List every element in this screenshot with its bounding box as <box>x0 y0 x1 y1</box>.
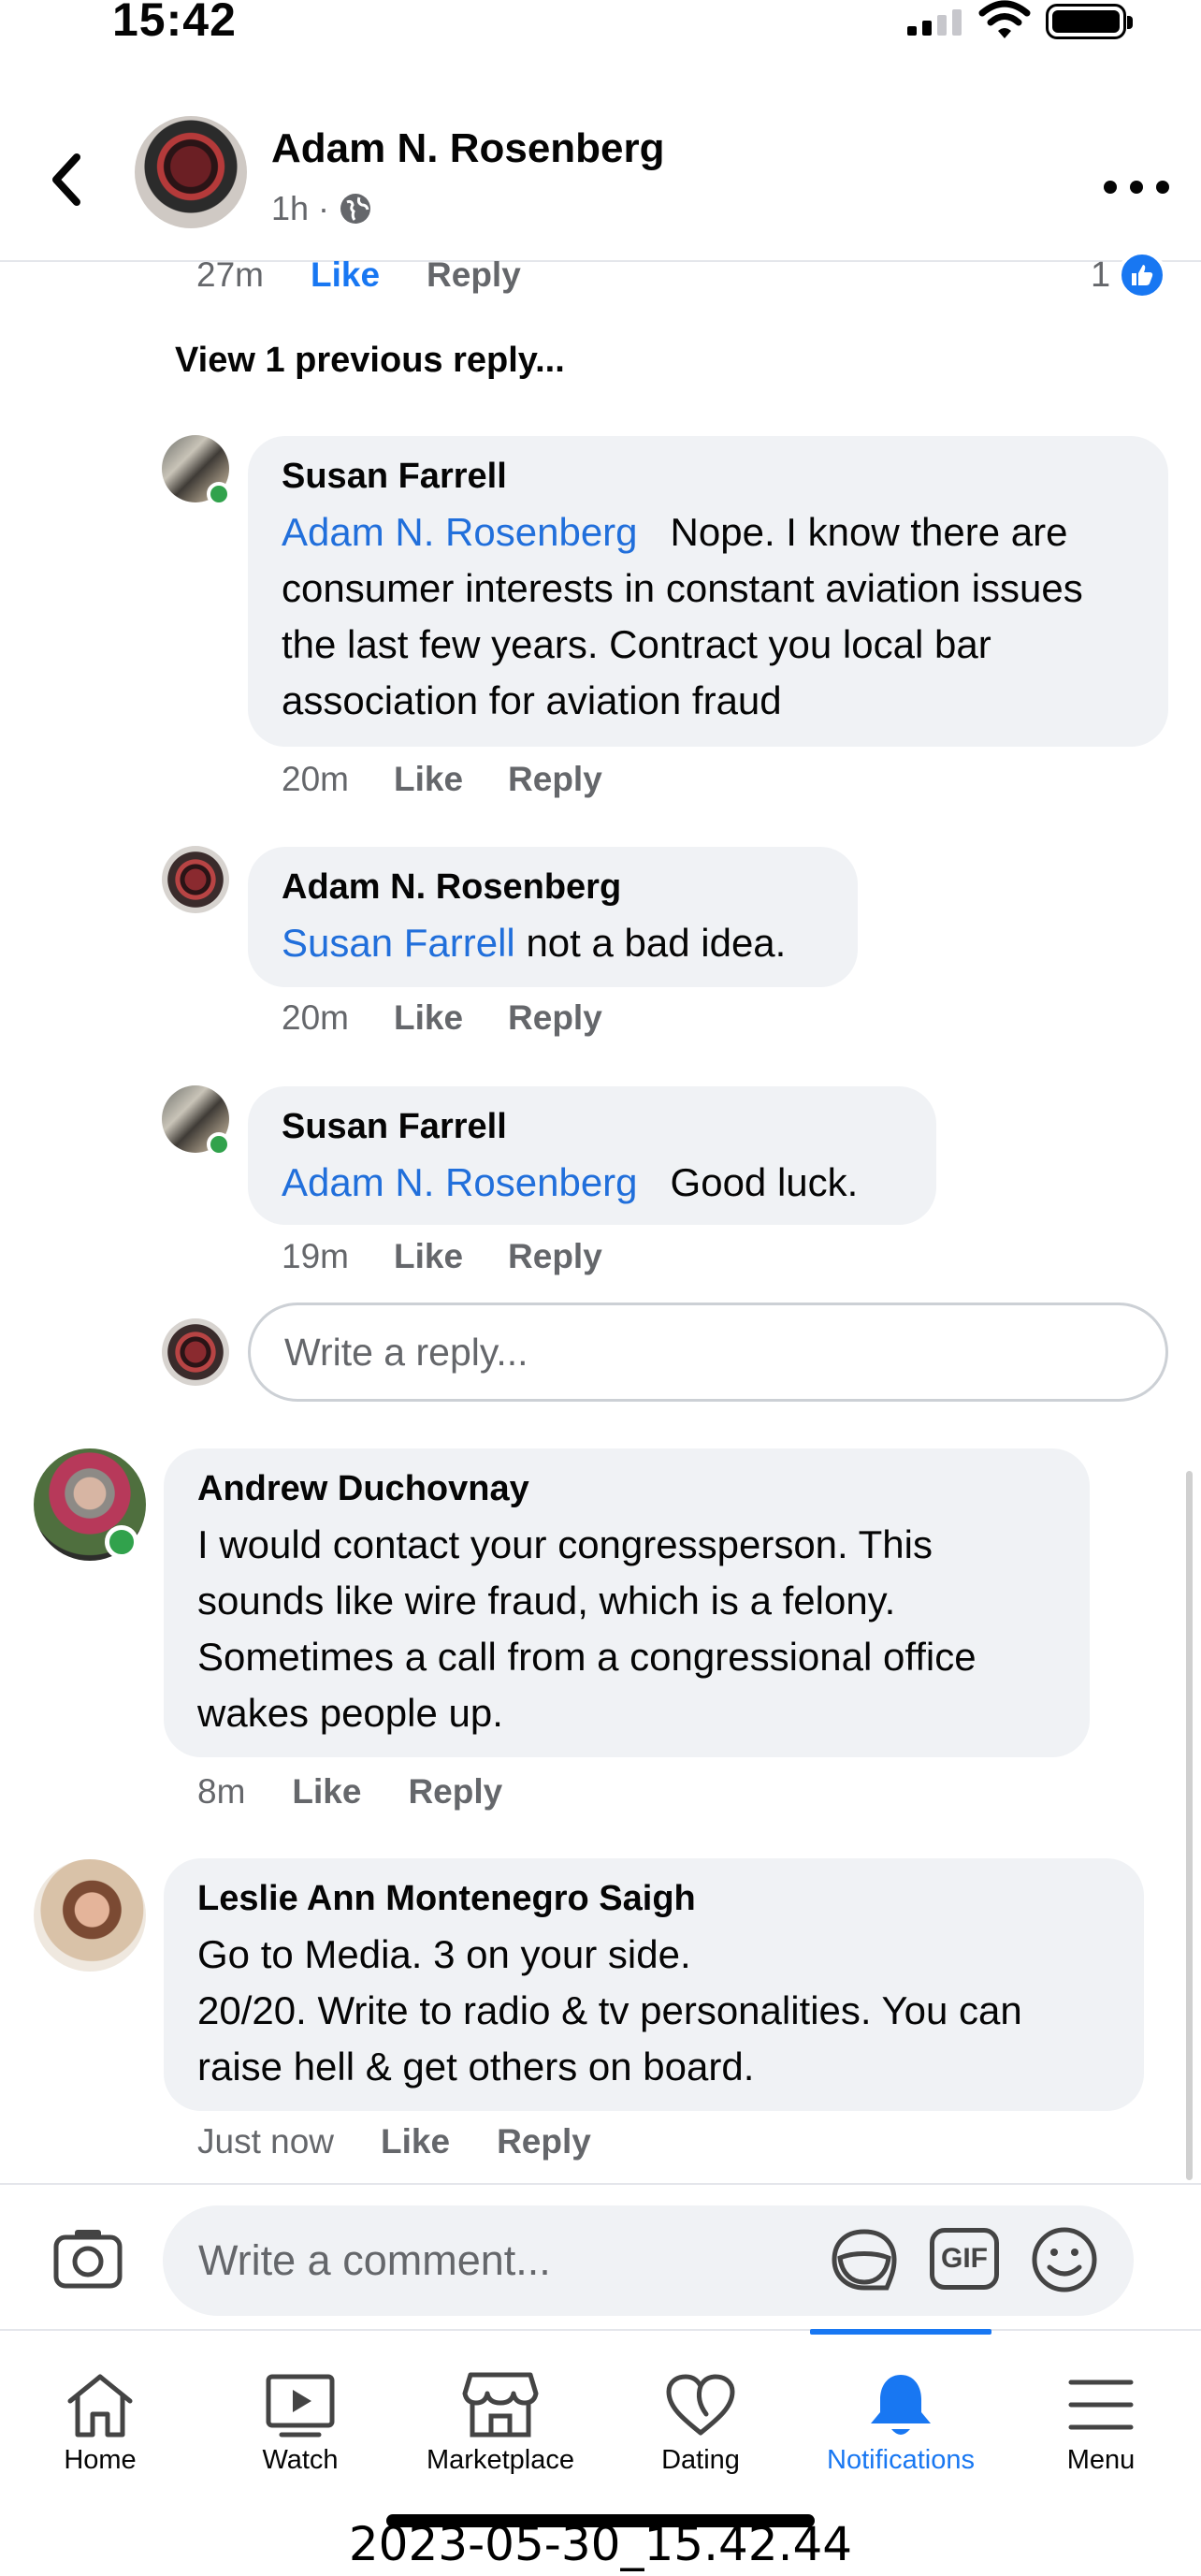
comment-avatar[interactable] <box>34 1859 146 1972</box>
globe-icon <box>340 194 371 224</box>
wifi-icon <box>978 0 1031 38</box>
mention-link[interactable]: Adam N. Rosenberg <box>282 1160 638 1204</box>
tab-label: Notifications <box>827 2445 975 2475</box>
comment-time: 27m <box>196 255 264 294</box>
post-time: 1h <box>271 189 310 227</box>
meta-separator: · <box>318 189 330 227</box>
reply-actions: 19m Like Reply <box>282 1237 602 1276</box>
reply-time: 20m <box>282 760 349 798</box>
battery-icon <box>1046 4 1133 39</box>
like-button[interactable]: Like <box>394 760 463 799</box>
like-button[interactable]: Like <box>394 998 463 1038</box>
reply-bubble: Adam N. Rosenberg Susan Farrell not a ba… <box>248 847 858 987</box>
tab-label: Dating <box>661 2445 740 2475</box>
reply-text: Adam N. Rosenberg Nope. I know there are… <box>282 504 1135 729</box>
comment-text: I would contact your congressperson. Thi… <box>197 1522 977 1735</box>
post-header: Adam N. Rosenberg 1h · <box>0 103 1201 262</box>
online-status-icon <box>207 1132 231 1157</box>
tab-label: Menu <box>1066 2445 1136 2475</box>
gif-label: GIF <box>941 2243 988 2274</box>
reply-input[interactable]: Write a reply... <box>248 1303 1168 1402</box>
thumbs-up-icon <box>1118 251 1167 299</box>
signal-icon <box>907 9 963 36</box>
heart-icon <box>666 2374 735 2436</box>
reply-author[interactable]: Susan Farrell <box>282 457 1135 497</box>
reply-body: not a bad idea. <box>526 921 787 965</box>
comment-time: Just now <box>197 2122 335 2161</box>
reply-button[interactable]: Reply <box>508 998 602 1038</box>
online-status-icon <box>105 1525 138 1559</box>
menu-icon <box>1068 2380 1134 2430</box>
like-button[interactable]: Like <box>394 1237 463 1276</box>
reply-time: 19m <box>282 1237 349 1275</box>
author-avatar[interactable] <box>135 116 247 228</box>
tab-label: Home <box>64 2445 137 2475</box>
status-time: 15:42 <box>112 0 237 46</box>
like-button[interactable]: Like <box>292 1772 361 1812</box>
comment-input-placeholder: Write a comment... <box>198 2236 551 2284</box>
sticker-icon[interactable] <box>827 2224 902 2295</box>
comment-author[interactable]: Andrew Duchovnay <box>197 1469 1062 1509</box>
reply-button[interactable]: Reply <box>408 1772 502 1812</box>
tab-label: Marketplace <box>427 2445 574 2475</box>
reply-body: Good luck. <box>670 1160 859 1204</box>
more-options-icon[interactable] <box>1104 168 1169 206</box>
tab-notifications[interactable]: Notifications <box>801 2331 1001 2488</box>
current-user-avatar <box>162 1318 229 1386</box>
reply-time: 20m <box>282 998 349 1037</box>
view-previous-replies[interactable]: View 1 previous reply... <box>175 341 565 381</box>
reaction-count[interactable]: 1 <box>1091 251 1167 299</box>
online-status-icon <box>207 482 231 506</box>
reply-avatar[interactable] <box>162 846 229 913</box>
comment-time: 8m <box>197 1772 246 1811</box>
author-name[interactable]: Adam N. Rosenberg <box>271 125 665 172</box>
watch-icon <box>266 2374 335 2438</box>
back-icon[interactable] <box>41 142 97 217</box>
bottom-tab-bar: Home Watch Marketplace Dating Notificati… <box>0 2329 1201 2486</box>
comment-text-line: 20/20. Write to radio & tv personalities… <box>197 1988 1022 2088</box>
tab-label: Watch <box>262 2445 339 2475</box>
tab-dating[interactable]: Dating <box>600 2331 801 2488</box>
comment-text-line: Go to Media. 3 on your side. <box>197 1932 691 1976</box>
comment-bubble: Andrew Duchovnay I would contact your co… <box>164 1448 1090 1757</box>
reply-actions: 20m Like Reply <box>282 998 602 1038</box>
reply-actions: 20m Like Reply <box>282 760 602 799</box>
mention-link[interactable]: Susan Farrell <box>282 921 515 965</box>
tab-marketplace[interactable]: Marketplace <box>400 2331 600 2488</box>
reply-input-placeholder: Write a reply... <box>284 1330 528 1374</box>
screenshot-caption: 2023-05-30_15.42.44 <box>348 2517 853 2571</box>
comment-bubble: Leslie Ann Montenegro Saigh Go to Media.… <box>164 1858 1144 2111</box>
reply-author[interactable]: Susan Farrell <box>282 1107 903 1147</box>
comment-actions: 27m Like Reply <box>196 255 521 295</box>
reply-bubble: Susan Farrell Adam N. Rosenberg Good luc… <box>248 1086 936 1225</box>
reply-button[interactable]: Reply <box>497 2122 591 2161</box>
emoji-icon[interactable] <box>1029 2224 1100 2295</box>
bell-icon <box>871 2375 931 2435</box>
reply-button[interactable]: Reply <box>427 255 521 295</box>
reply-button[interactable]: Reply <box>508 1237 602 1276</box>
reply-button[interactable]: Reply <box>508 760 602 799</box>
mention-link[interactable]: Adam N. Rosenberg <box>282 510 638 554</box>
tab-home[interactable]: Home <box>0 2331 200 2488</box>
camera-icon[interactable] <box>52 2226 123 2290</box>
like-button[interactable]: Like <box>381 2122 450 2161</box>
home-icon <box>67 2374 133 2438</box>
gif-icon[interactable]: GIF <box>930 2228 999 2290</box>
comment-author[interactable]: Leslie Ann Montenegro Saigh <box>197 1879 1116 1919</box>
comment-actions: 8m Like Reply <box>197 1772 502 1812</box>
post-meta: 1h · <box>271 189 372 228</box>
comment-composer: Write a comment... GIF <box>0 2183 1201 2329</box>
status-bar: 15:42 <box>0 0 1201 65</box>
marketplace-icon <box>462 2372 539 2438</box>
tab-watch[interactable]: Watch <box>200 2331 400 2488</box>
reply-author[interactable]: Adam N. Rosenberg <box>282 867 824 908</box>
reply-text: Adam N. Rosenberg Good luck. <box>282 1155 903 1211</box>
scrollbar[interactable] <box>1186 1471 1193 2180</box>
like-button[interactable]: Like <box>311 255 380 295</box>
reply-bubble: Susan Farrell Adam N. Rosenberg Nope. I … <box>248 436 1168 747</box>
reaction-count-number: 1 <box>1091 255 1111 295</box>
reply-text: Susan Farrell not a bad idea. <box>282 915 824 971</box>
tab-menu[interactable]: Menu <box>1001 2331 1201 2488</box>
comment-actions: Just now Like Reply <box>197 2122 591 2161</box>
